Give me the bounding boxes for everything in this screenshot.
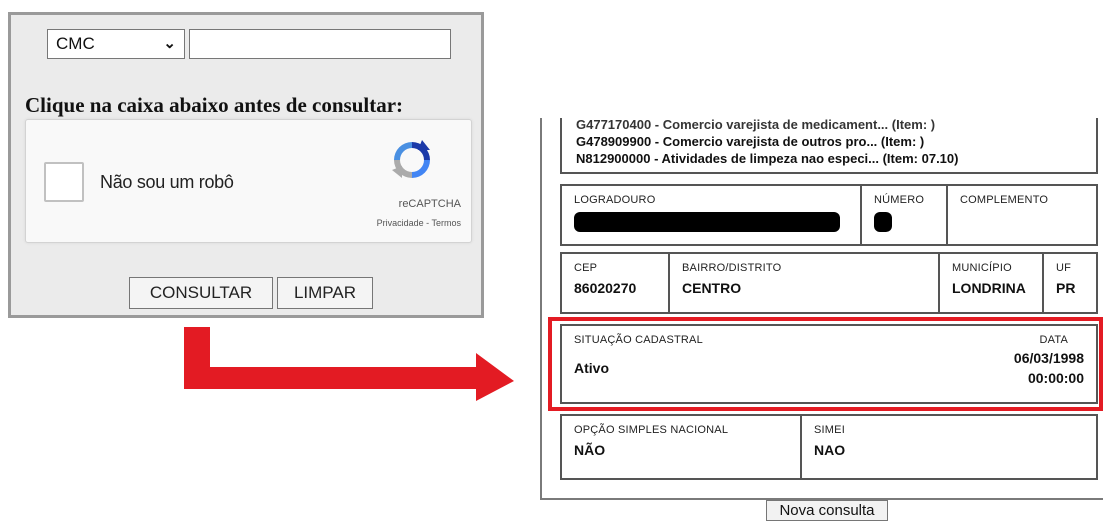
recaptcha-logo-icon — [392, 140, 430, 178]
bairro-value: CENTRO — [682, 280, 742, 296]
limpar-button[interactable]: LIMPAR — [277, 277, 373, 309]
numero-label: NÚMERO — [874, 194, 925, 206]
red-arrow-icon — [184, 327, 514, 401]
recaptcha-privacy-terms-link[interactable]: Privacidade - Termos — [377, 218, 461, 228]
nova-consulta-button[interactable]: Nova consulta — [766, 500, 888, 521]
numero-cell: NÚMERO — [862, 186, 948, 244]
cep-cell: CEP 86020270 — [562, 254, 670, 312]
cep-label: CEP — [574, 262, 598, 274]
complemento-cell: COMPLEMENTO — [948, 186, 1096, 244]
simei-label: SIMEI — [814, 424, 845, 436]
chevron-down-icon: ⌄ — [163, 35, 176, 52]
captcha-instruction: Clique na caixa abaixo antes de consulta… — [25, 93, 404, 117]
cnae-line: N812900000 - Atividades de limpeza nao e… — [576, 151, 959, 166]
simei-cell: SIMEI NAO — [802, 416, 1096, 478]
simples-row: OPÇÃO SIMPLES NACIONAL NÃO SIMEI NAO — [560, 414, 1098, 480]
logradouro-label: LOGRADOURO — [574, 194, 656, 206]
recaptcha-widget: Não sou um robô reCAPTCHA Privacidade - … — [25, 119, 472, 243]
redacted-numero — [874, 212, 892, 232]
captcha-label: Não sou um robô — [100, 172, 234, 192]
bairro-label: BAIRRO/DISTRITO — [682, 262, 782, 274]
municipio-cell: MUNICÍPIO LONDRINA — [940, 254, 1044, 312]
opcao-simples-value: NÃO — [574, 442, 606, 458]
type-select[interactable]: CMC ⌄ — [47, 29, 185, 59]
cnae-list: G477170400 - Comercio varejista de medic… — [560, 118, 1098, 174]
captcha-checkbox[interactable] — [44, 162, 84, 202]
simei-value: NAO — [814, 442, 846, 458]
cnae-line: G478909900 - Comercio varejista de outro… — [576, 134, 925, 149]
opcao-simples-label: OPÇÃO SIMPLES NACIONAL — [574, 424, 729, 436]
logradouro-cell: LOGRADOURO — [562, 186, 862, 244]
uf-label: UF — [1056, 262, 1072, 274]
recaptcha-brand: reCAPTCHA — [398, 198, 461, 210]
bairro-cell: BAIRRO/DISTRITO CENTRO — [670, 254, 940, 312]
situacao-highlight-box — [548, 317, 1103, 411]
code-input[interactable] — [189, 29, 451, 59]
uf-value: PR — [1056, 280, 1076, 296]
result-panel: G477170400 - Comercio varejista de medic… — [540, 118, 1103, 500]
complemento-label: COMPLEMENTO — [960, 194, 1049, 206]
search-form-panel: CMC ⌄ Clique na caixa abaixo antes de co… — [8, 12, 484, 318]
uf-cell: UF PR — [1044, 254, 1096, 312]
cep-value: 86020270 — [574, 280, 637, 296]
type-select-value: CMC — [56, 34, 95, 53]
cnae-line: G477170400 - Comercio varejista de medic… — [576, 118, 936, 132]
location-row: CEP 86020270 BAIRRO/DISTRITO CENTRO MUNI… — [560, 252, 1098, 314]
address-row: LOGRADOURO NÚMERO COMPLEMENTO — [560, 184, 1098, 246]
consultar-button[interactable]: CONSULTAR — [129, 277, 273, 309]
redacted-logradouro — [574, 212, 840, 232]
opcao-simples-cell: OPÇÃO SIMPLES NACIONAL NÃO — [562, 416, 802, 478]
municipio-label: MUNICÍPIO — [952, 262, 1012, 274]
municipio-value: LONDRINA — [952, 280, 1026, 296]
